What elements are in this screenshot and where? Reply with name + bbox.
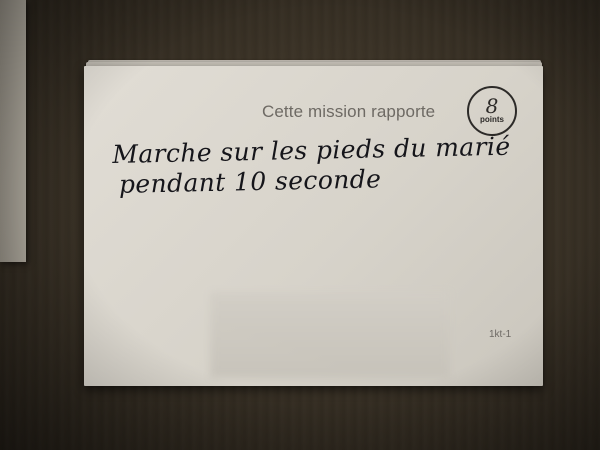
handwritten-mission: Marche sur les pieds du marié pendant 10… — [112, 131, 533, 200]
partial-paper-sheet — [0, 0, 26, 262]
points-number: 8 — [485, 93, 499, 118]
mission-card: Cette mission rapporte 8 points Marche s… — [84, 66, 543, 386]
photo-scene: Cette mission rapporte 8 points Marche s… — [0, 0, 600, 450]
mission-printed-text: Cette mission rapporte — [262, 102, 436, 121]
points-label: points — [480, 114, 504, 124]
points-badge: 8 points — [467, 86, 517, 136]
blurred-region — [210, 292, 450, 378]
card-code: 1kt-1 — [489, 329, 512, 340]
